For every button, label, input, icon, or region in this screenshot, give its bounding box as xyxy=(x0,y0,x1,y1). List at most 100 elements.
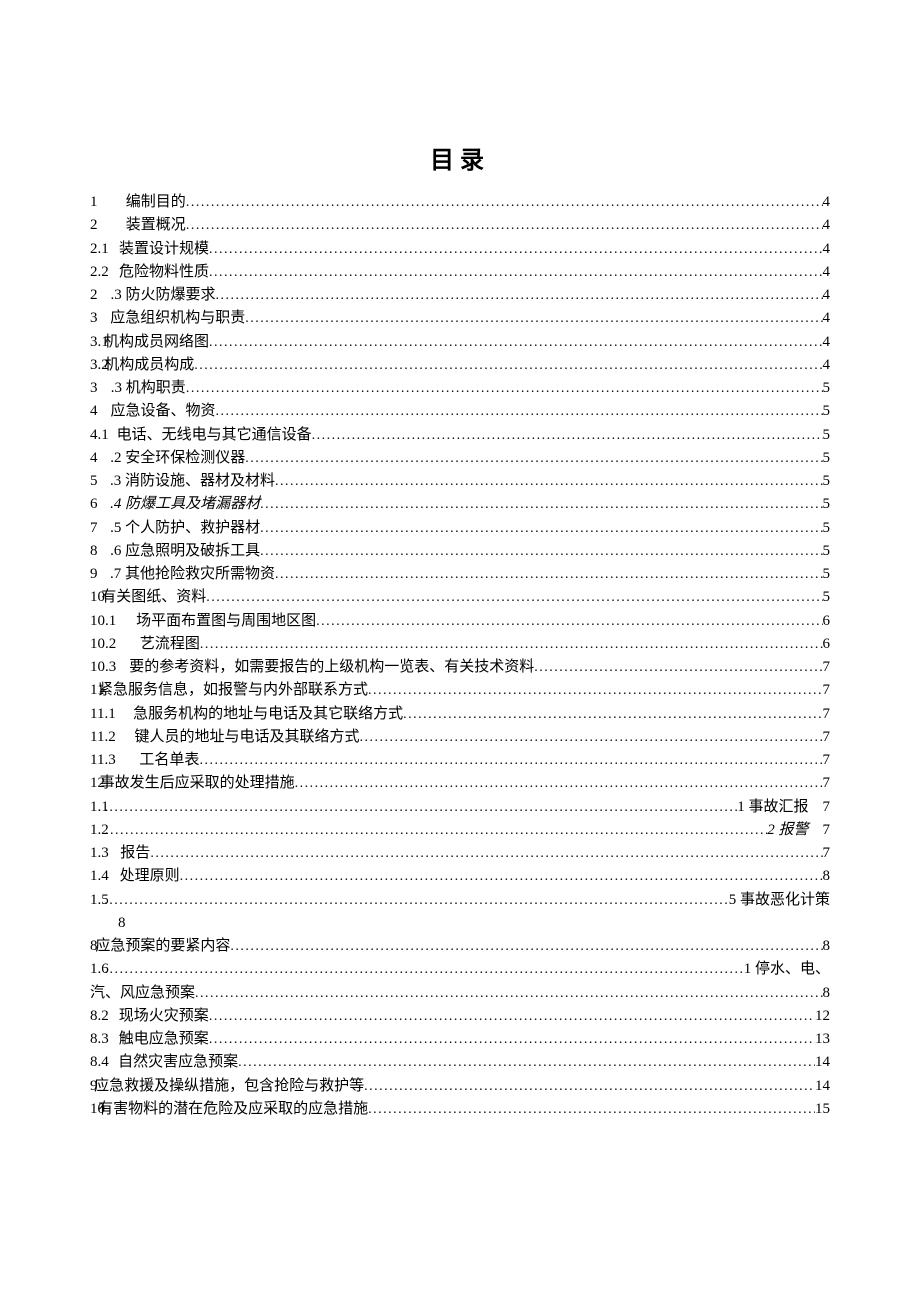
toc-entry-label: 要的参考资料，如需要报告的上级机构一览表、有关技术资料 xyxy=(129,656,534,679)
toc-entry: 2 装置概况4 xyxy=(90,214,830,237)
toc-entry-wrap-tail: 8 xyxy=(90,912,830,935)
toc-leader-dots xyxy=(104,890,729,912)
toc-leader-dots xyxy=(364,1076,815,1098)
toc-leader-dots xyxy=(230,936,822,958)
toc-entry-page: 8 xyxy=(823,935,831,958)
toc-entry-gap xyxy=(106,610,136,633)
toc-entry-label: .4 防爆工具及堵漏器材 xyxy=(110,493,260,516)
toc-leader-dots xyxy=(295,773,823,795)
toc-entry-page: 4 xyxy=(823,191,831,214)
toc-entry: 11.1 急服务机构的地址与电话及其它联络方式7 xyxy=(90,703,830,726)
toc-entry-gap xyxy=(102,424,117,447)
toc-entry-label: 应急救援及操纵措施，包含抢险与救护等 xyxy=(94,1075,364,1098)
toc-entry: 8.4 自然灾害应急预案 14 xyxy=(90,1051,830,1074)
toc-leader-dots xyxy=(199,750,822,772)
toc-entry-number: 10.3 xyxy=(90,656,99,679)
toc-entry-label: 装置设计规模 xyxy=(119,238,209,261)
toc-entry-label: .3 消防设施、器材及材料 xyxy=(110,470,275,493)
toc-entry-label: .5 个人防护、救护器材 xyxy=(110,517,260,540)
toc-leader-dots xyxy=(180,866,823,888)
toc-entry-gap xyxy=(95,447,110,470)
toc-entry-number: 1.3 xyxy=(90,842,105,865)
toc-leader-dots xyxy=(186,215,823,237)
table-of-contents: 1 编制目的42 装置概况42.1 装置设计规模 42.2 危险物料性质 42 … xyxy=(90,191,830,1121)
toc-entry-page: 7 xyxy=(823,749,831,772)
toc-entry-label: 急服务机构的地址与电话及其它联络方式 xyxy=(133,703,403,726)
toc-entry-page: 4 xyxy=(823,354,831,377)
toc-entry-number: 1.6 xyxy=(90,958,105,981)
toc-entry-label: .6 应急照明及破拆工具 xyxy=(110,540,260,563)
toc-entry-label: 装置概况 xyxy=(126,214,186,237)
toc-entry-number: 3.2 xyxy=(90,354,104,377)
toc-entry-gap xyxy=(96,377,111,400)
toc-leader-dots xyxy=(209,239,823,261)
toc-entry-gap xyxy=(96,191,126,214)
toc-leader-dots xyxy=(275,471,822,493)
toc-entry-page: 5 xyxy=(823,517,831,540)
toc-entry: 4 应急设备、物资5 xyxy=(90,400,830,423)
toc-entry-label: 键人员的地址与电话及其联络方式 xyxy=(134,726,359,749)
toc-entry-page: 4 xyxy=(823,284,831,307)
toc-entry: 1.4 处理原则 8 xyxy=(90,865,830,888)
toc-entry-page: 7 xyxy=(823,679,831,702)
toc-entry-page: 5 xyxy=(823,586,831,609)
toc-entry-label: .3 机构职责 xyxy=(111,377,186,400)
toc-entry-tail: 7 xyxy=(823,819,831,842)
toc-entry-page: 7 xyxy=(823,703,831,726)
toc-entry: 2.2 危险物料性质 4 xyxy=(90,261,830,284)
toc-entry-page: 14 xyxy=(815,1051,830,1074)
toc-leader-dots xyxy=(245,308,822,330)
toc-entry-page: 5 xyxy=(823,447,831,470)
toc-leader-dots xyxy=(206,587,822,609)
toc-entry-number: 11.3 xyxy=(90,749,109,772)
toc-entry-gap xyxy=(99,656,129,679)
toc-leader-dots xyxy=(368,1099,815,1121)
toc-entry-number: 10 xyxy=(90,1098,98,1121)
toc-entry-gap xyxy=(95,540,110,563)
toc-entry-page: 13 xyxy=(815,1028,830,1051)
toc-entry-label: 机构成员构成 xyxy=(104,354,194,377)
toc-entry-number: 11 xyxy=(90,679,98,702)
toc-entry-label: 有害物料的潜在危险及应采取的应急措施 xyxy=(98,1098,368,1121)
toc-entry-page: 6 xyxy=(823,633,831,656)
toc-entry-gap xyxy=(103,703,133,726)
toc-entry: 10.3 要的参考资料，如需要报告的上级机构一览表、有关技术资料7 xyxy=(90,656,830,679)
toc-leader-dots xyxy=(209,1006,815,1028)
toc-entry-page: 5 xyxy=(823,540,831,563)
toc-entry-tail: 7 xyxy=(823,796,831,819)
toc-leader-dots xyxy=(238,1052,815,1074)
toc-entry-gap xyxy=(104,261,119,284)
toc-entry-page: 4 xyxy=(823,214,831,237)
toc-entry: 汽、风应急预案8 xyxy=(90,982,830,1005)
toc-entry: 3 .3 机构职责5 xyxy=(90,377,830,400)
toc-entry: 7 .5 个人防护、救护器材5 xyxy=(90,517,830,540)
toc-leader-dots xyxy=(105,959,744,981)
toc-entry: 2.1 装置设计规模 4 xyxy=(90,238,830,261)
toc-entry: 1.5 5 事故恶化计策 xyxy=(90,889,830,912)
toc-entry-label: 有关图纸、资料 xyxy=(101,586,206,609)
toc-entry: 3 应急组织机构与职责 4 xyxy=(90,307,830,330)
toc-entry: 1.1 1 事故汇报7 xyxy=(90,796,830,819)
toc-entry-gap xyxy=(95,493,110,516)
toc-entry-number: 12 xyxy=(90,772,100,795)
toc-entry-number: 1.4 xyxy=(90,865,105,888)
toc-entry-gap xyxy=(96,284,111,307)
toc-entry-label: 自然灾害应急预案 xyxy=(118,1051,238,1074)
toc-entry-number: 2.2 xyxy=(90,261,104,284)
toc-leader-dots xyxy=(200,634,823,656)
toc-leader-dots xyxy=(534,657,822,679)
toc-entry-page: 5 xyxy=(823,400,831,423)
toc-entry-page: 12 xyxy=(815,1005,830,1028)
toc-entry-page: 6 xyxy=(823,610,831,633)
toc-leader-dots xyxy=(194,355,822,377)
toc-entry-page: 15 xyxy=(815,1098,830,1121)
toc-leader-dots xyxy=(186,192,823,214)
toc-entry-label: 艺流程图 xyxy=(140,633,200,656)
toc-entry-gap xyxy=(104,238,119,261)
toc-entry-label: 危险物料性质 xyxy=(119,261,209,284)
toc-entry-number: 8.3 xyxy=(90,1028,104,1051)
toc-entry-label: .2 安全环保检测仪器 xyxy=(110,447,245,470)
toc-entry-page: 7 xyxy=(823,842,831,865)
toc-entry-label: 事故发生后应采取的处理措施 xyxy=(100,772,295,795)
toc-leader-dots xyxy=(260,494,822,516)
